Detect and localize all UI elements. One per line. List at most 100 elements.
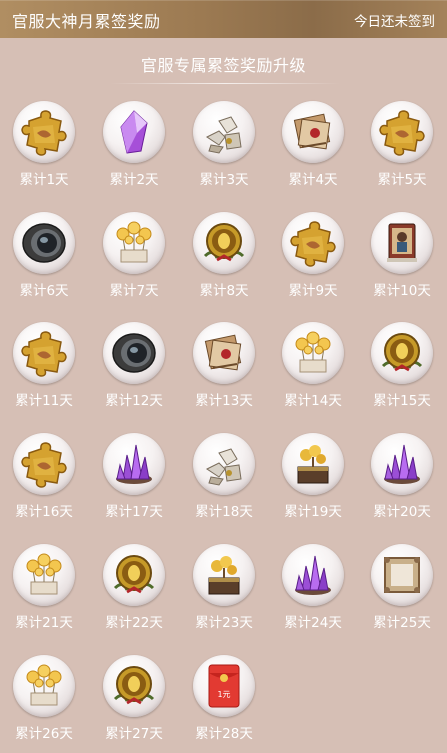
reward-item-bubble[interactable]: [103, 322, 165, 384]
envelope-amount: 1元: [217, 690, 230, 699]
reward-day-label: 累计20天: [373, 504, 431, 520]
reward-day-18[interactable]: 累计18天: [186, 433, 262, 529]
reward-day-10[interactable]: 累计10天: [364, 212, 440, 308]
reward-day-label: 累计18天: [195, 504, 253, 520]
reward-day-label: 累计7天: [109, 283, 159, 299]
golden-balloons-icon: [26, 553, 62, 595]
reward-item-bubble[interactable]: [371, 544, 433, 606]
reward-item-bubble[interactable]: [282, 322, 344, 384]
golden-egg-emblem-icon: [113, 555, 155, 594]
purple-crystal-icon: [120, 110, 148, 154]
reward-item-bubble[interactable]: [13, 544, 75, 606]
reward-day-label: 累计28天: [195, 726, 253, 742]
reward-day-24[interactable]: 累计24天: [275, 544, 351, 640]
purple-crystal-cluster-icon: [116, 444, 152, 484]
reward-day-2[interactable]: 累计2天: [96, 101, 172, 197]
reward-item-bubble[interactable]: [371, 433, 433, 495]
reward-item-bubble[interactable]: [13, 212, 75, 274]
reward-grid: 累计1天 累计2天 累计3天 累计4天 累计5天累计6天 累计7天 累计8天 累计9天 累计10…: [0, 0, 447, 753]
puzzle-piece-icon: [21, 331, 67, 377]
reward-day-19[interactable]: 累计19天: [275, 433, 351, 529]
camera-lens-icon: [22, 223, 66, 263]
puzzle-piece-icon: [21, 442, 67, 488]
reward-day-label: 累计5天: [377, 172, 427, 188]
ornate-frame-icon: [384, 557, 420, 593]
reward-day-12[interactable]: 累计12天: [96, 322, 172, 418]
golden-tree-chest-icon: [208, 556, 240, 595]
golden-balloons-icon: [295, 331, 331, 373]
reward-day-label: 累计24天: [284, 615, 342, 631]
reward-item-bubble[interactable]: [103, 212, 165, 274]
reward-day-label: 累计21天: [15, 615, 73, 631]
puzzle-pieces-pile-icon: [206, 448, 242, 486]
reward-day-label: 累计22天: [105, 615, 163, 631]
reward-item-bubble[interactable]: [13, 101, 75, 163]
reward-day-15[interactable]: 累计15天: [364, 322, 440, 418]
reward-day-13[interactable]: 累计13天: [186, 322, 262, 418]
reward-item-bubble[interactable]: [282, 433, 344, 495]
golden-egg-emblem-icon: [113, 666, 155, 705]
reward-item-bubble[interactable]: [103, 101, 165, 163]
reward-day-label: 累计17天: [105, 504, 163, 520]
purple-crystal-cluster-icon: [295, 555, 331, 595]
reward-day-8[interactable]: 累计8天: [186, 212, 262, 308]
reward-day-11[interactable]: 累计11天: [6, 322, 82, 418]
golden-tree-chest-icon: [297, 445, 329, 484]
reward-day-7[interactable]: 累计7天: [96, 212, 172, 308]
reward-item-bubble[interactable]: [282, 212, 344, 274]
reward-item-bubble[interactable]: [13, 322, 75, 384]
reward-item-bubble[interactable]: [371, 322, 433, 384]
puzzle-piece-icon: [21, 110, 67, 156]
reward-day-22[interactable]: 累计22天: [96, 544, 172, 640]
reward-item-bubble[interactable]: [13, 655, 75, 717]
reward-day-17[interactable]: 累计17天: [96, 433, 172, 529]
reward-day-3[interactable]: 累计3天: [186, 101, 262, 197]
reward-item-bubble[interactable]: [282, 101, 344, 163]
reward-item-bubble[interactable]: [193, 544, 255, 606]
reward-item-bubble[interactable]: [13, 433, 75, 495]
reward-item-bubble[interactable]: [282, 544, 344, 606]
reward-day-16[interactable]: 累计16天: [6, 433, 82, 529]
reward-item-bubble[interactable]: [193, 101, 255, 163]
reward-day-label: 累计14天: [284, 393, 342, 409]
reward-day-label: 累计9天: [288, 283, 338, 299]
reward-day-14[interactable]: 累计14天: [275, 322, 351, 418]
reward-day-6[interactable]: 累计6天: [6, 212, 82, 308]
reward-item-bubble[interactable]: [193, 212, 255, 274]
reward-item-bubble[interactable]: [103, 655, 165, 717]
reward-day-4[interactable]: 累计4天: [275, 101, 351, 197]
reward-day-28[interactable]: 1元累计28天: [186, 655, 262, 751]
reward-item-bubble[interactable]: [193, 322, 255, 384]
reward-day-label: 累计25天: [373, 615, 431, 631]
reward-day-label: 累计19天: [284, 504, 342, 520]
reward-day-label: 累计10天: [373, 283, 431, 299]
camera-lens-icon: [112, 333, 156, 373]
reward-day-label: 累计8天: [199, 283, 249, 299]
reward-day-label: 累计15天: [373, 393, 431, 409]
reward-day-25[interactable]: 累计25天: [364, 544, 440, 640]
reward-day-23[interactable]: 累计23天: [186, 544, 262, 640]
character-card-icon: [387, 223, 417, 262]
reward-item-bubble[interactable]: [103, 544, 165, 606]
reward-day-26[interactable]: 累计26天: [6, 655, 82, 751]
reward-item-bubble[interactable]: 1元: [193, 655, 255, 717]
reward-day-27[interactable]: 累计27天: [96, 655, 172, 751]
purple-crystal-cluster-icon: [384, 444, 420, 484]
scroll-letter-icon: [204, 334, 242, 371]
reward-day-5[interactable]: 累计5天: [364, 101, 440, 197]
reward-day-label: 累计13天: [195, 393, 253, 409]
reward-item-bubble[interactable]: [371, 212, 433, 274]
reward-day-21[interactable]: 累计21天: [6, 544, 82, 640]
reward-day-20[interactable]: 累计20天: [364, 433, 440, 529]
reward-day-1[interactable]: 累计1天: [6, 101, 82, 197]
reward-item-bubble[interactable]: [371, 101, 433, 163]
reward-item-bubble[interactable]: [103, 433, 165, 495]
reward-day-9[interactable]: 累计9天: [275, 212, 351, 308]
reward-day-label: 累计1天: [19, 172, 69, 188]
reward-item-bubble[interactable]: [193, 433, 255, 495]
reward-day-label: 累计16天: [15, 504, 73, 520]
reward-day-label: 累计11天: [15, 393, 73, 409]
golden-egg-emblem-icon: [381, 333, 423, 372]
scroll-letter-icon: [293, 113, 331, 150]
reward-day-label: 累计6天: [19, 283, 69, 299]
